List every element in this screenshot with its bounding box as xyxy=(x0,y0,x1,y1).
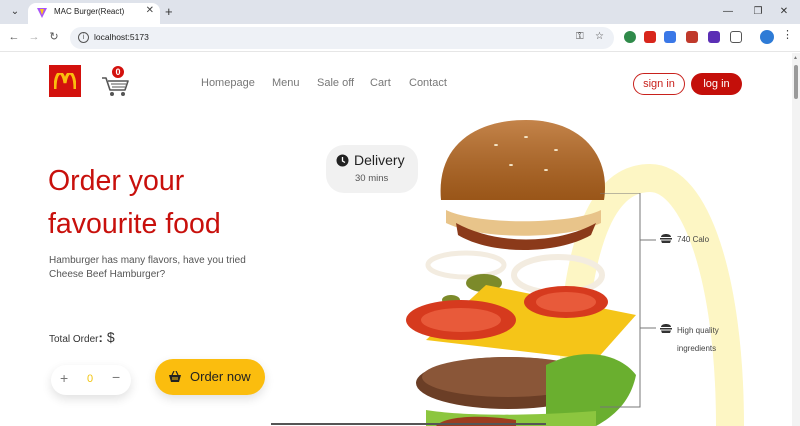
sign-in-button[interactable]: sign in xyxy=(633,73,685,95)
url-text[interactable]: localhost:5173 xyxy=(94,32,149,42)
minimize-icon[interactable]: — xyxy=(720,3,736,21)
browser-tab[interactable]: MAC Burger(React) ✕ xyxy=(28,3,160,24)
profile-icon[interactable] xyxy=(760,30,774,44)
delivery-card: Delivery 30 mins xyxy=(326,145,418,193)
bottom-divider xyxy=(271,423,546,425)
back-icon[interactable]: ← xyxy=(6,29,22,45)
browser-toolbar: ← → ↻ i localhost:5173 ⚿ ☆ ⋮ xyxy=(0,24,800,52)
nav-contact[interactable]: Contact xyxy=(409,77,447,89)
order-now-label: Order now xyxy=(190,369,251,384)
browser-tab-bar: ⌄ MAC Burger(React) ✕ + — ❐ ✕ xyxy=(0,0,800,24)
calories-text: 740 Calo xyxy=(677,235,710,244)
cart-count-badge: 0 xyxy=(111,65,125,79)
extension-icon[interactable] xyxy=(644,31,656,43)
close-tab-icon[interactable]: ✕ xyxy=(146,5,154,16)
scroll-up-icon[interactable]: ▲ xyxy=(793,55,798,61)
address-bar[interactable]: i localhost:5173 ⚿ ☆ xyxy=(70,27,614,49)
extension-icon[interactable] xyxy=(624,31,636,43)
nav-menu[interactable]: Menu xyxy=(272,77,300,89)
extension-icon[interactable] xyxy=(664,31,676,43)
feature-connector-lines xyxy=(600,193,656,408)
nav-cart[interactable]: Cart xyxy=(370,77,391,89)
forward-icon[interactable]: → xyxy=(26,29,42,45)
reload-icon[interactable]: ↻ xyxy=(46,29,62,45)
new-tab-plus-icon[interactable]: + xyxy=(165,3,173,21)
currency-symbol: $ xyxy=(106,329,115,345)
hero-title: Order your favourite food xyxy=(48,160,221,246)
total-order: Total Order: $ xyxy=(49,329,115,345)
golden-arches-icon xyxy=(54,73,76,89)
decrement-button[interactable]: − xyxy=(112,369,120,385)
tab-search-dropdown-icon[interactable]: ⌄ xyxy=(6,3,24,21)
clock-icon xyxy=(336,154,349,167)
mcdonalds-logo[interactable] xyxy=(49,65,81,97)
tab-title: MAC Burger(React) xyxy=(54,7,125,16)
extensions-puzzle-icon[interactable] xyxy=(730,31,742,43)
burger-icon xyxy=(660,234,672,243)
total-colon: : xyxy=(98,330,103,345)
total-label: Total Order xyxy=(49,334,99,345)
restore-icon[interactable]: ❐ xyxy=(750,3,766,21)
page-content: 0 Homepage Menu Sale off Cart Contact si… xyxy=(0,53,792,426)
kebab-menu-icon[interactable]: ⋮ xyxy=(782,28,793,41)
scroll-thumb[interactable] xyxy=(794,65,798,99)
page-scrollbar[interactable]: ▲ xyxy=(792,53,800,426)
log-in-button[interactable]: log in xyxy=(691,73,742,95)
delivery-title: Delivery xyxy=(354,152,405,168)
order-now-button[interactable]: Order now xyxy=(155,359,265,395)
star-icon[interactable]: ☆ xyxy=(595,31,604,42)
delivery-time: 30 mins xyxy=(355,173,389,184)
hero-title-line2: favourite food xyxy=(48,208,221,240)
key-icon[interactable]: ⚿ xyxy=(576,31,584,42)
hero-title-line1: Order your xyxy=(48,165,185,197)
nav-sale-off[interactable]: Sale off xyxy=(317,77,354,89)
nav-homepage[interactable]: Homepage xyxy=(201,77,255,89)
quality-text-line2: ingredients xyxy=(677,344,717,353)
extension-icon[interactable] xyxy=(708,31,720,43)
vite-favicon-icon xyxy=(37,8,47,18)
quality-text-line1: High quality xyxy=(677,326,719,335)
window-close-icon[interactable]: ✕ xyxy=(776,3,792,21)
basket-icon xyxy=(169,371,181,382)
increment-button[interactable]: + xyxy=(60,370,68,386)
burger-icon xyxy=(660,324,672,333)
quantity-stepper: + 0 − xyxy=(51,365,131,395)
info-icon[interactable]: i xyxy=(78,32,89,43)
extension-icon[interactable] xyxy=(686,31,698,43)
quantity-value: 0 xyxy=(87,373,94,385)
hero-subtitle: Hamburger has many flavors, have you tri… xyxy=(49,255,246,280)
